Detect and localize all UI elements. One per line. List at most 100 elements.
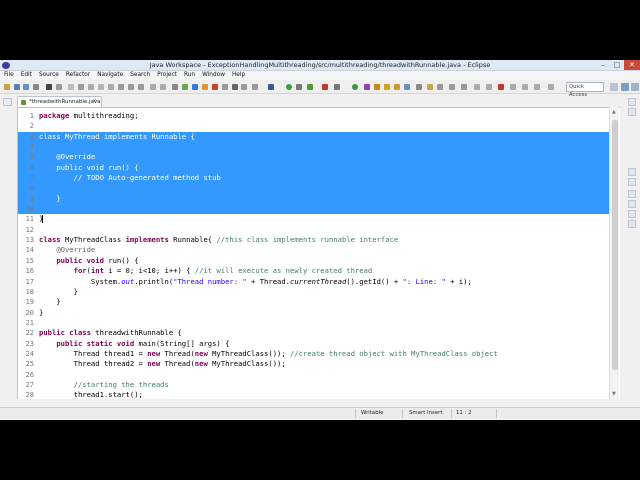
forward-dropdown-icon[interactable] xyxy=(534,84,540,90)
minimize-button[interactable]: – xyxy=(596,60,610,70)
code-line[interactable]: 19 } xyxy=(18,297,611,307)
search-icon[interactable] xyxy=(404,84,410,90)
save-icon[interactable] xyxy=(14,84,20,90)
code-line[interactable]: 4 xyxy=(18,142,611,153)
open-resource-icon[interactable] xyxy=(252,84,258,90)
debug-settings-icon[interactable] xyxy=(46,84,52,90)
menu-navigate[interactable]: Navigate xyxy=(97,71,123,80)
open-type-icon[interactable] xyxy=(241,84,247,90)
new-class-icon[interactable] xyxy=(374,84,380,90)
block-selection-icon[interactable] xyxy=(461,84,467,90)
menu-help[interactable]: Help xyxy=(232,71,245,80)
toggle-highlight-icon[interactable] xyxy=(427,84,433,90)
external-tools-dropdown-icon[interactable] xyxy=(334,84,340,90)
outline-view-icon[interactable] xyxy=(628,168,636,176)
problems-view-icon[interactable] xyxy=(628,190,636,198)
new-icon[interactable] xyxy=(4,84,10,90)
java-perspective-icon[interactable] xyxy=(621,83,629,91)
code-line[interactable]: 24 Thread thread1 = new Thread(new MyThr… xyxy=(18,349,611,359)
editor-tab[interactable]: *threadwithRunnable.java xyxy=(17,96,102,107)
code-line[interactable]: 20} xyxy=(18,308,611,318)
forward-icon[interactable] xyxy=(522,84,528,90)
code-line[interactable]: 6 public void run() { xyxy=(18,162,611,174)
code-line[interactable]: 28 thread1.start(); xyxy=(18,390,611,399)
last-edit-location-icon[interactable] xyxy=(498,84,504,90)
restore-view-icon[interactable] xyxy=(628,108,636,116)
debug-perspective-icon[interactable] xyxy=(631,83,639,91)
code-line[interactable]: 2 xyxy=(18,121,611,131)
publish-icon[interactable] xyxy=(202,84,208,90)
close-tab-icon[interactable]: ✕ xyxy=(92,99,97,105)
back-icon[interactable] xyxy=(510,84,516,90)
declaration-view-icon[interactable] xyxy=(628,210,636,218)
code-line[interactable]: 15 public void run() { xyxy=(18,256,611,266)
launch-browser-icon[interactable] xyxy=(222,84,228,90)
code-line[interactable]: 18 } xyxy=(18,287,611,297)
open-folder-icon[interactable] xyxy=(384,84,390,90)
run-icon[interactable] xyxy=(286,84,292,90)
step-return-icon[interactable] xyxy=(138,84,144,90)
terminate-icon[interactable] xyxy=(98,84,104,90)
run-dropdown-icon[interactable] xyxy=(296,84,302,90)
new-package-icon[interactable] xyxy=(364,84,370,90)
code-line[interactable]: 27 //starting the threads xyxy=(18,380,611,390)
next-annotation-icon[interactable] xyxy=(474,84,480,90)
menu-run[interactable]: Run xyxy=(184,71,195,80)
menu-refactor[interactable]: Refactor xyxy=(66,71,90,80)
code-line[interactable]: 8 xyxy=(18,183,611,194)
status-insert-mode[interactable]: Smart Insert xyxy=(409,410,442,417)
code-line[interactable]: 16 for(int i = 0; i<10; i++) { //it will… xyxy=(18,266,611,276)
close-button[interactable]: ✕ xyxy=(624,60,640,70)
suspend-icon[interactable] xyxy=(88,84,94,90)
code-line[interactable]: 7 // TODO Auto-generated method stub xyxy=(18,173,611,184)
code-line[interactable]: 23 public static void main(String[] args… xyxy=(18,339,611,349)
code-line[interactable]: 26 xyxy=(18,370,611,380)
show-whitespace-icon[interactable] xyxy=(437,84,443,90)
code-line[interactable]: 17 System.out.println("Thread number: " … xyxy=(18,277,611,287)
code-line[interactable]: 14 @Override xyxy=(18,245,611,255)
coverage-icon[interactable] xyxy=(307,84,313,90)
scrollbar-thumb[interactable] xyxy=(612,120,618,370)
drop-to-frame-icon[interactable] xyxy=(150,84,156,90)
task-list-icon[interactable] xyxy=(628,178,636,186)
external-tools-icon[interactable] xyxy=(322,84,328,90)
code-line[interactable]: 5 @Override xyxy=(18,152,611,163)
disconnect-icon[interactable] xyxy=(108,84,114,90)
code-line[interactable]: 11} xyxy=(18,214,611,224)
debug-icon[interactable] xyxy=(268,84,274,90)
web-browser-icon[interactable] xyxy=(232,84,238,90)
open-perspective-icon[interactable] xyxy=(610,83,618,91)
maximize-button[interactable]: □ xyxy=(610,60,624,70)
pilcrow-icon[interactable] xyxy=(449,84,455,90)
use-step-filters-icon[interactable] xyxy=(160,84,166,90)
menu-window[interactable]: Window xyxy=(202,71,225,80)
scroll-down-icon[interactable]: ▼ xyxy=(612,391,616,397)
menu-source[interactable]: Source xyxy=(39,71,59,80)
minimize-editor-icon[interactable] xyxy=(628,98,636,106)
code-line[interactable]: 1 package multithreading; xyxy=(18,111,611,121)
code-line[interactable]: 10 xyxy=(18,204,611,215)
pin-editor-icon[interactable] xyxy=(548,84,554,90)
code-line[interactable]: 13 class MyThreadClass implements Runnabl… xyxy=(18,235,611,245)
step-into-icon[interactable] xyxy=(118,84,124,90)
previous-annotation-icon[interactable] xyxy=(486,84,492,90)
open-file-icon[interactable] xyxy=(394,84,400,90)
terminal-icon[interactable] xyxy=(56,84,62,90)
vertical-scrollbar[interactable]: ▲ ▼ xyxy=(609,107,619,399)
menu-edit[interactable]: Edit xyxy=(21,71,32,80)
data-source-icon[interactable] xyxy=(192,84,198,90)
menu-search[interactable]: Search xyxy=(130,71,150,80)
menu-project[interactable]: Project xyxy=(157,71,177,80)
javadoc-view-icon[interactable] xyxy=(628,200,636,208)
menu-file[interactable]: File xyxy=(4,71,14,80)
skip-breakpoints-icon[interactable] xyxy=(68,84,74,90)
code-editor[interactable]: 1 package multithreading; 2 3 class MyThread… xyxy=(17,107,620,399)
code-line[interactable]: 3 class MyThread implements Runnable { xyxy=(18,131,611,143)
code-line[interactable]: 12 xyxy=(18,225,611,235)
console-view-icon[interactable] xyxy=(628,220,636,228)
restore-left-panel-button[interactable] xyxy=(3,98,12,106)
scroll-up-icon[interactable]: ▲ xyxy=(612,109,616,115)
new-server-icon[interactable] xyxy=(182,84,188,90)
quick-access-input[interactable]: Quick Access xyxy=(566,82,604,98)
new-java-project-icon[interactable] xyxy=(352,84,358,90)
